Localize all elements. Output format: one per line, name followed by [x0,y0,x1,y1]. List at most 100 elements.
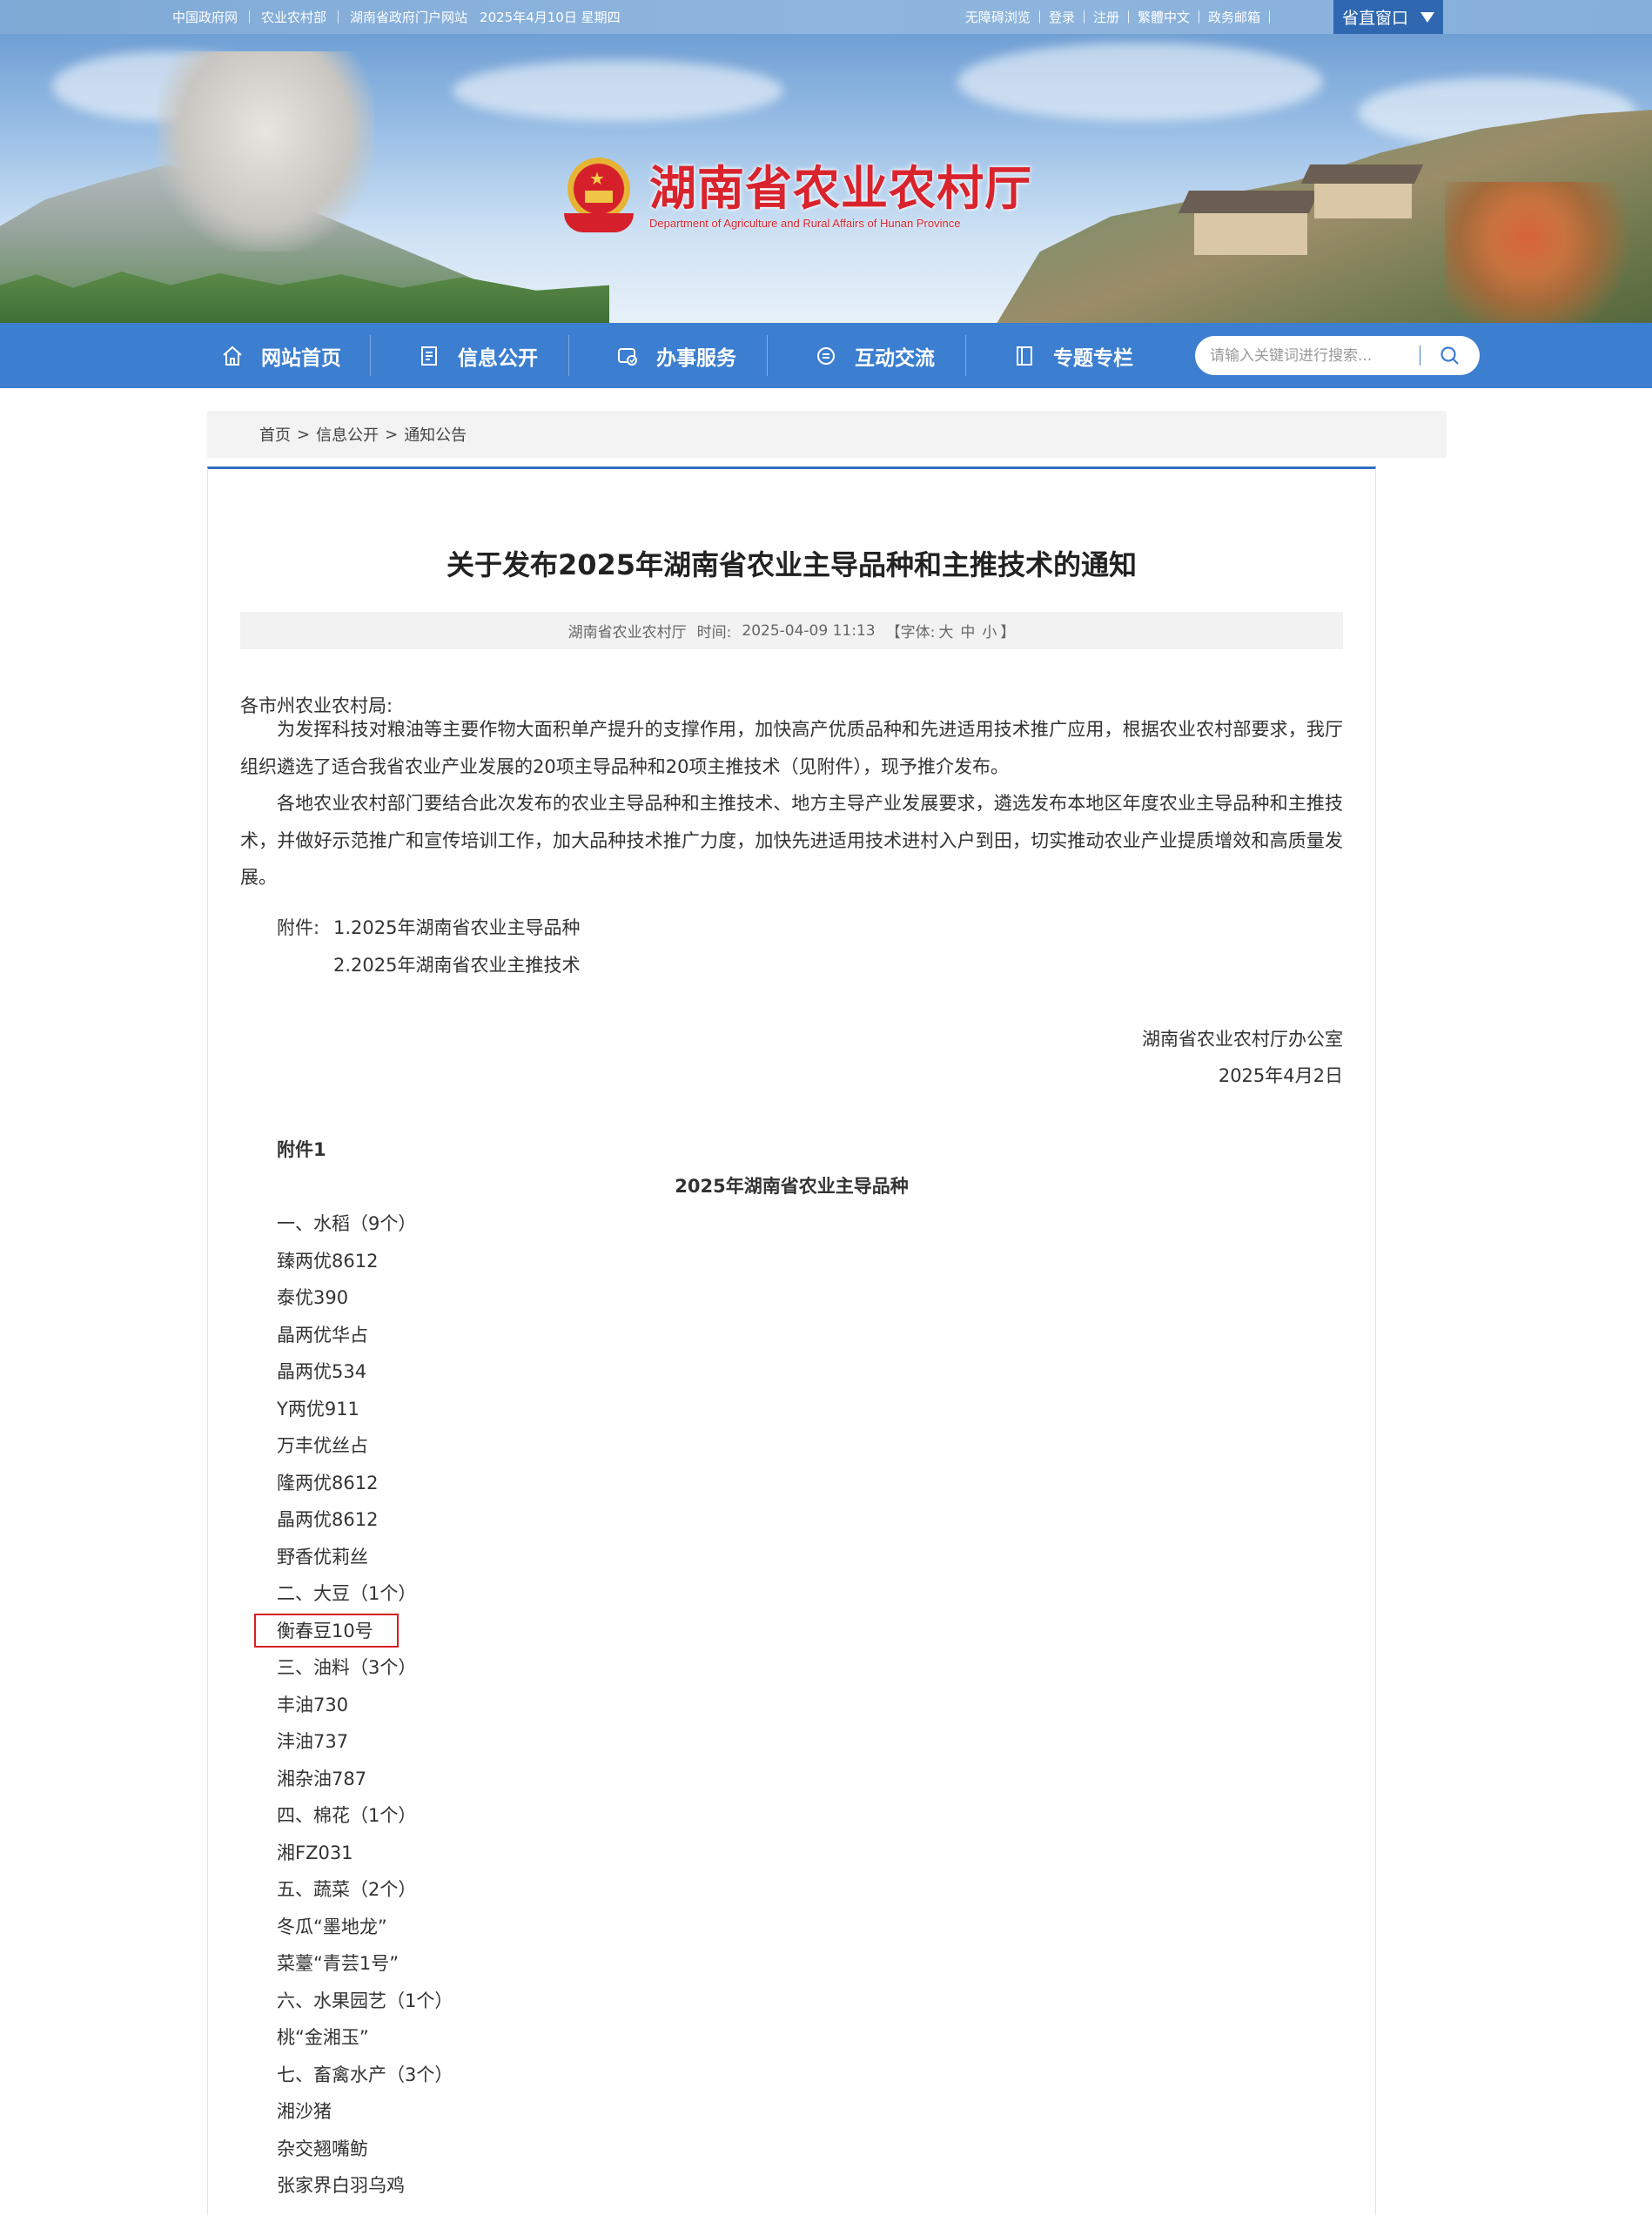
nav-label: 网站首页 [261,346,341,370]
divider [249,10,251,23]
portal-label: 省直窗口 [1341,9,1408,28]
list-item: 张家界白羽乌鸡 [277,2175,405,2196]
breadcrumb-home[interactable]: 首页 [259,423,291,446]
header-banner: ★ 湖南省农业农村厅 Department of Agriculture and… [0,34,1652,323]
list-item: 晶两优534 [277,1361,367,1382]
nav-label: 专题专栏 [1053,346,1133,370]
list-item: 六、水果园艺（1个） [277,1990,453,2011]
list-item: 五、蔬菜（2个） [277,1879,417,1900]
attachment-link-2[interactable]: 2.2025年湖南省农业主推技术 [333,952,580,978]
nav-home[interactable]: 网站首页 [183,323,379,388]
house-wall [1314,184,1412,218]
home-icon [221,345,244,367]
annex-heading: 2025年湖南省农业主导品种 [675,1176,909,1197]
link-moa[interactable]: 农业农村部 [261,8,326,26]
list-item: 冬瓜“墨地龙” [277,1916,387,1937]
link-hunan-gov[interactable]: 湖南省政府门户网站 [350,8,467,26]
autumn-trees [1445,182,1652,323]
link-gov-cn[interactable]: 中国政府网 [172,8,238,26]
divider [1083,10,1085,23]
divider [1038,10,1040,23]
search-box [1195,336,1480,375]
nav-special-topics[interactable]: 专题专栏 [975,323,1172,388]
provincial-portal-dropdown[interactable]: 省直窗口 [1333,0,1443,34]
house-roof [1300,164,1424,184]
current-date: 2025年4月10日 星期四 [480,10,621,25]
list-item: 菜薹“青芸1号” [277,1953,400,1974]
list-item: 晶两优华占 [277,1324,368,1346]
list-item: 臻两优8612 [277,1250,379,1272]
nav-interaction[interactable]: 互动交流 [776,323,973,388]
breadcrumb-notices[interactable]: 通知公告 [404,423,467,446]
nav-label: 信息公开 [458,346,538,370]
list-item: 万丰优丝占 [277,1435,368,1456]
divider [338,10,339,23]
list-item: 沣油737 [277,1731,349,1752]
divider [1127,10,1129,23]
signature-date: 2025年4月2日 [1218,1065,1343,1086]
link-gov-mail[interactable]: 政务邮箱 [1208,4,1260,30]
article-title: 关于发布2025年湖南省农业主导品种和主推技术的通知 [446,548,1138,581]
cloud-decoration [957,43,1323,121]
national-emblem-icon: ★ [564,158,634,234]
font-small-button[interactable]: 小 [982,620,997,641]
nav-info-disclosure[interactable]: 信息公开 [379,323,576,388]
divider [1269,10,1270,23]
article-panel: 关于发布2025年湖南省农业主导品种和主推技术的通知 湖南省农业农村厅 时间: … [207,466,1376,2215]
list-item: 杂交翘嘴鲂 [277,2138,368,2159]
highlight-box [254,1613,399,1648]
font-size-label: 【字体: [885,624,936,641]
list-item: 桃“金湘玉” [277,2027,369,2048]
list-item: Y两优911 [277,1398,359,1420]
search-button[interactable] [1430,341,1470,370]
nav-label: 互动交流 [855,346,935,370]
paragraph: 各地农业农村部门要结合此次发布的农业主导品种和主推技术、地方主导产业发展要求，遴… [240,793,1343,888]
font-size-close: 】 [1000,624,1016,641]
nav-divider [767,335,768,376]
link-register[interactable]: 注册 [1093,4,1119,30]
font-medium-button[interactable]: 中 [960,620,975,641]
link-traditional-chinese[interactable]: 繁體中文 [1138,4,1190,30]
nav-divider [568,335,569,376]
search-icon [1440,346,1459,365]
document-icon [418,345,440,367]
top-links-right: 无障碍浏览 登录 注册 繁體中文 政务邮箱 [965,0,1279,34]
list-item: 二、大豆（1个） [277,1583,417,1604]
top-links-left: 中国政府网 农业农村部 湖南省政府门户网站 2025年4月10日 星期四 [172,0,621,34]
attachment-link-1[interactable]: 1.2025年湖南省农业主导品种 [333,915,580,941]
cloud-decoration [453,60,783,121]
time-label: 时间: [696,624,732,641]
list-item: 丰油730 [277,1694,349,1715]
article-time: 2025-04-09 11:13 [742,621,876,640]
breadcrumb-separator: > [385,425,399,444]
site-logo[interactable]: ★ 湖南省农业农村厅 Department of Agriculture and… [564,158,1032,234]
font-large-button[interactable]: 大 [938,620,953,641]
breadcrumb-separator: > [297,425,311,444]
statue-image [157,51,374,252]
breadcrumb: 首页 > 信息公开 > 通知公告 [207,411,1447,458]
top-bar: 中国政府网 农业农村部 湖南省政府门户网站 2025年4月10日 星期四 无障碍… [0,0,1652,34]
nav-divider [370,335,371,376]
list-item: 一、水稻（9个） [277,1213,417,1234]
link-login[interactable]: 登录 [1049,4,1075,30]
list-item: 野香优莉丝 [277,1546,368,1567]
bookmark-icon [1013,345,1036,367]
link-accessibility[interactable]: 无障碍浏览 [965,4,1031,30]
site-title-en: Department of Agriculture and Rural Affa… [649,216,961,230]
house-wall [1194,213,1307,255]
search-input[interactable] [1210,345,1419,366]
house-roof [1178,191,1320,213]
service-icon [616,345,639,367]
list-item: 七、畜禽水产（3个） [277,2064,453,2085]
nav-services[interactable]: 办事服务 [578,323,775,388]
list-item: 湘沙猪 [277,2101,332,2122]
list-item: 四、棉花（1个） [277,1805,417,1826]
nav-label: 办事服务 [656,346,736,370]
paragraph: 为发挥科技对粮油等主要作物大面积单产提升的支撑作用，加快高产优质品种和先进适用技… [240,719,1343,777]
annex-title: 附件1 [277,1139,326,1160]
article-source: 湖南省农业农村厅 [567,624,687,641]
list-item: 湘FZ031 [277,1842,353,1863]
list-item: 隆两优8612 [277,1472,379,1493]
signature: 湖南省农业农村厅办公室 [1142,1029,1343,1050]
breadcrumb-info[interactable]: 信息公开 [316,423,379,446]
